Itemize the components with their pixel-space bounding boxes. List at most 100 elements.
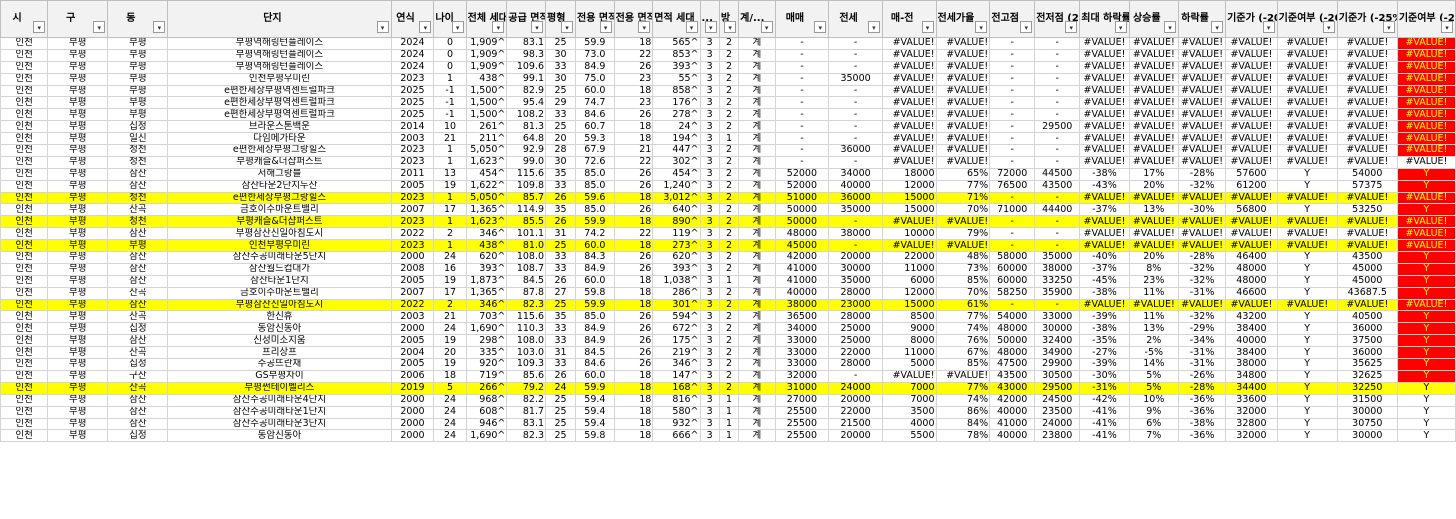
table-cell[interactable]: 부평 [47,227,109,241]
table-cell[interactable]: 계 [738,251,776,264]
table-cell[interactable]: 18 [613,429,654,443]
table-cell[interactable]: 2 [718,72,740,86]
filter-dropdown-icon[interactable]: ▾ [685,21,698,33]
table-cell[interactable]: 29900 [1034,358,1081,371]
table-cell[interactable]: 43687.5 [1336,286,1398,300]
table-cell[interactable]: Y [1276,179,1338,193]
table-cell[interactable]: - [989,215,1036,229]
table-cell[interactable]: - [989,120,1036,134]
table-cell[interactable]: 부평 [47,144,109,157]
table-cell[interactable]: #VALUE! [1225,215,1278,229]
table-cell[interactable]: #VALUE! [1128,108,1179,122]
table-cell[interactable]: 3 [699,393,720,407]
table-cell[interactable]: 삼산주공미래타운3단지 [167,417,392,431]
table-cell[interactable]: 21500 [828,417,883,431]
table-cell[interactable]: - [989,108,1036,122]
table-cell[interactable]: 산곡 [107,381,169,395]
filter-dropdown-icon[interactable]: ▾ [1020,21,1033,33]
table-cell[interactable]: 3 [699,60,720,74]
table-cell[interactable]: #VALUE! [935,155,991,169]
table-cell[interactable]: 19 [433,179,467,193]
table-cell[interactable]: 78% [935,429,991,443]
table-cell[interactable]: 25500 [774,405,830,419]
table-cell[interactable]: 2 [718,358,740,371]
table-cell[interactable]: Y [1396,358,1456,371]
table-cell[interactable]: 2006 [390,369,435,383]
table-cell[interactable]: 부평 [47,286,109,300]
table-cell[interactable]: 25 [545,84,577,98]
table-cell[interactable]: 77% [935,179,991,193]
table-cell[interactable]: 인천 [0,310,49,324]
table-cell[interactable]: 79% [935,227,991,241]
table-cell[interactable]: #VALUE! [881,132,937,146]
table-cell[interactable]: #VALUE! [935,37,991,50]
table-cell[interactable]: - [828,96,883,110]
table-cell[interactable]: 33000 [774,334,830,348]
table-cell[interactable]: - [774,60,830,74]
table-cell[interactable]: #VALUE! [881,96,937,110]
table-cell[interactable]: 73.0 [575,48,615,62]
table-cell[interactable]: 계 [738,132,776,146]
table-cell[interactable]: 부평역해링턴플레이스 [167,48,392,62]
table-cell[interactable]: 2022 [390,227,435,241]
table-cell[interactable]: 3 [699,286,720,300]
table-cell[interactable]: 부평 [47,262,109,276]
table-cell[interactable]: 부평 [47,120,109,134]
table-cell[interactable]: 25500 [774,429,830,443]
table-cell[interactable]: - [774,120,830,134]
table-cell[interactable]: #VALUE! [1336,144,1398,157]
table-cell[interactable]: 346^ [465,227,508,241]
table-cell[interactable]: #VALUE! [1079,215,1130,229]
table-cell[interactable]: -32% [1177,179,1227,193]
table-cell[interactable]: -41% [1079,405,1130,419]
table-cell[interactable]: 3 [699,310,720,324]
table-cell[interactable]: -43% [1079,179,1130,193]
table-cell[interactable]: 2% [1128,334,1179,348]
table-cell[interactable]: -1 [433,84,467,98]
table-cell[interactable]: 22 [613,227,654,241]
table-cell[interactable]: 31500 [1336,393,1398,407]
table-cell[interactable]: 구산 [107,369,169,383]
table-cell[interactable]: #VALUE! [1128,227,1179,241]
table-cell[interactable]: 18 [613,381,654,395]
table-cell[interactable]: 43500 [1336,251,1398,264]
table-cell[interactable]: - [774,37,830,50]
table-cell[interactable]: #VALUE! [1225,227,1278,241]
table-cell[interactable]: 부평캐슬&더샵퍼스트 [167,155,392,169]
table-cell[interactable]: 인천 [0,417,49,431]
column-header[interactable]: 전고점 ▾ [989,0,1036,38]
table-cell[interactable]: 23800 [1034,429,1081,443]
table-cell[interactable]: 0 [433,37,467,50]
table-cell[interactable]: 인천 [0,167,49,181]
table-cell[interactable]: 23% [1128,274,1179,288]
table-cell[interactable]: - [989,60,1036,74]
table-cell[interactable]: 85.7 [506,191,547,205]
table-cell[interactable]: Y [1396,203,1456,217]
table-cell[interactable]: 2025 [390,108,435,122]
table-cell[interactable]: 2025 [390,96,435,110]
table-cell[interactable]: 22 [613,155,654,169]
table-cell[interactable]: -27% [1079,346,1130,360]
column-header[interactable]: 동 ▾ [107,0,169,38]
table-cell[interactable]: #VALUE! [1336,84,1398,98]
table-cell[interactable]: 59.3 [575,132,615,146]
table-cell[interactable]: - [1034,48,1081,62]
table-cell[interactable]: 부평 [107,60,169,74]
table-cell[interactable]: 26 [613,262,654,276]
table-cell[interactable]: 2 [433,227,467,241]
table-cell[interactable]: Y [1396,381,1456,395]
table-cell[interactable]: Y [1396,322,1456,336]
table-cell[interactable]: 계 [738,429,776,443]
table-cell[interactable]: -37% [1079,203,1130,217]
table-cell[interactable]: 109.6 [506,60,547,74]
table-cell[interactable]: -36% [1177,429,1227,443]
table-cell[interactable]: 산곡 [107,203,169,217]
table-cell[interactable]: -34% [1177,334,1227,348]
table-cell[interactable]: 24 [433,405,467,419]
table-cell[interactable]: #VALUE! [1396,48,1456,62]
table-cell[interactable]: 81.0 [506,239,547,253]
table-cell[interactable]: 2 [718,381,740,395]
table-cell[interactable]: - [989,96,1036,110]
table-cell[interactable]: 26 [613,322,654,336]
table-cell[interactable]: -31% [1177,358,1227,371]
